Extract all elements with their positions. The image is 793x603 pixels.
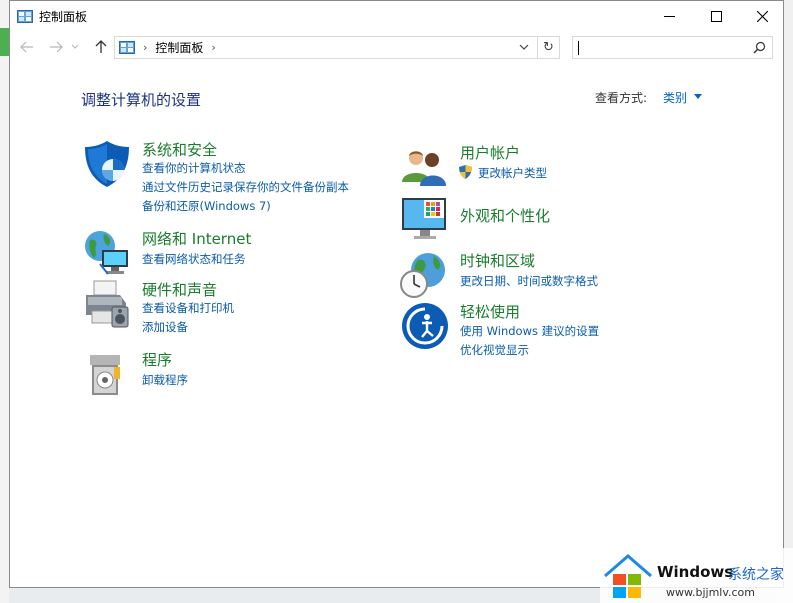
- category-title[interactable]: 程序: [142, 349, 172, 370]
- category-network-internet: 网络和 Internet 查看网络状态和任务: [82, 228, 402, 278]
- category-hardware-sound: 硬件和声音 查看设备和打印机 添加设备: [82, 279, 402, 339]
- link-file-history-backup[interactable]: 通过文件历史记录保存你的文件备份副本: [142, 179, 349, 195]
- background-green-strip: [0, 28, 9, 56]
- close-button[interactable]: [739, 1, 785, 31]
- clock-globe-icon[interactable]: [400, 250, 450, 300]
- link-recommended-settings[interactable]: 使用 Windows 建议的设置: [460, 323, 599, 339]
- link-change-date-time-format[interactable]: 更改日期、时间或数字格式: [460, 273, 598, 289]
- forward-button[interactable]: [48, 39, 64, 55]
- link-optimize-visual-display[interactable]: 优化视觉显示: [460, 342, 529, 358]
- link-uninstall-program[interactable]: 卸载程序: [142, 372, 188, 388]
- category-programs: 程序 卸载程序: [82, 349, 402, 399]
- watermark: Windows 系统之家 www.bjjmlv.com: [600, 548, 793, 603]
- watermark-brand-cn: 系统之家: [728, 567, 784, 583]
- maximize-icon: [710, 10, 722, 22]
- refresh-icon: ↻: [543, 40, 554, 55]
- search-icon[interactable]: [753, 41, 766, 54]
- chevron-down-icon[interactable]: [519, 41, 529, 53]
- category-title[interactable]: 外观和个性化: [460, 205, 550, 226]
- category-title[interactable]: 用户帐户: [460, 142, 520, 163]
- breadcrumb-separator-icon[interactable]: ›: [211, 41, 215, 54]
- title-bar[interactable]: 控制面板: [10, 1, 783, 32]
- close-icon: [756, 10, 768, 22]
- view-by-dropdown[interactable]: 类别: [663, 89, 687, 106]
- control-panel-content: 调整计算机的设置 查看方式: 类别 系统和安全 查看你的计算机状态 通过文件历史…: [10, 64, 783, 587]
- link-devices-printers[interactable]: 查看设备和打印机: [142, 300, 234, 316]
- address-bar[interactable]: › 控制面板 › ↻: [114, 36, 560, 59]
- window-title: 控制面板: [39, 10, 88, 24]
- watermark-url: www.bjjmlv.com: [666, 586, 755, 599]
- back-button[interactable]: [19, 39, 35, 55]
- category-title[interactable]: 时钟和区域: [460, 250, 535, 271]
- chevron-down-icon: [71, 44, 79, 49]
- category-title[interactable]: 轻松使用: [460, 301, 520, 322]
- control-panel-icon: [17, 10, 33, 23]
- refresh-button[interactable]: ↻: [537, 37, 559, 58]
- page-title: 调整计算机的设置: [81, 91, 202, 109]
- breadcrumb-separator-icon[interactable]: ›: [143, 41, 147, 54]
- view-by-dropdown-arrow-icon[interactable]: [694, 94, 702, 99]
- breadcrumb-control-panel[interactable]: 控制面板: [155, 39, 203, 56]
- link-network-status[interactable]: 查看网络状态和任务: [142, 251, 246, 267]
- search-input[interactable]: [572, 36, 773, 59]
- arrow-up-icon: [95, 40, 107, 53]
- link-change-account-type[interactable]: 更改帐户类型: [478, 165, 547, 181]
- ease-of-access-icon[interactable]: [400, 301, 450, 351]
- network-globe-icon[interactable]: [82, 228, 132, 278]
- printer-icon[interactable]: [82, 279, 132, 329]
- arrow-right-icon: [50, 41, 63, 53]
- uac-shield-icon: [459, 165, 472, 179]
- minimize-icon: [663, 15, 675, 17]
- programs-icon[interactable]: [82, 349, 132, 399]
- arrow-left-icon: [20, 41, 33, 53]
- control-panel-window: 控制面板 › 控制面板 › ↻ 调整计算机的设置 查看方式: 类别 系统和安全 …: [9, 0, 784, 588]
- view-by-label: 查看方式:: [595, 91, 648, 105]
- link-view-computer-status[interactable]: 查看你的计算机状态: [142, 160, 246, 176]
- category-system-security: 系统和安全 查看你的计算机状态 通过文件历史记录保存你的文件备份副本 备份和还原…: [82, 139, 402, 219]
- category-title[interactable]: 网络和 Internet: [142, 228, 251, 249]
- link-backup-restore[interactable]: 备份和还原(Windows 7): [142, 198, 271, 214]
- navigation-bar: › 控制面板 › ↻: [10, 32, 783, 64]
- users-icon[interactable]: [400, 142, 450, 192]
- maximize-button[interactable]: [693, 1, 739, 31]
- category-ease-of-access: 轻松使用 使用 Windows 建议的设置 优化视觉显示: [400, 301, 720, 361]
- minimize-button[interactable]: [646, 1, 692, 31]
- desktop-background: 控制面板 › 控制面板 › ↻ 调整计算机的设置 查看方式: 类别 系统和安全 …: [0, 0, 793, 603]
- up-button[interactable]: [93, 39, 109, 55]
- text-cursor: [578, 41, 579, 55]
- background-window-left: [0, 0, 9, 603]
- category-title[interactable]: 系统和安全: [142, 139, 217, 160]
- category-title[interactable]: 硬件和声音: [142, 279, 217, 300]
- shield-icon[interactable]: [82, 139, 132, 189]
- recent-locations-button[interactable]: [70, 39, 80, 55]
- windows-logo-icon: [604, 554, 652, 598]
- link-add-device[interactable]: 添加设备: [142, 319, 188, 335]
- display-color-icon[interactable]: [400, 194, 450, 244]
- control-panel-icon: [119, 41, 135, 54]
- category-appearance: 外观和个性化: [400, 194, 720, 244]
- category-user-accounts: 用户帐户 更改帐户类型: [400, 142, 720, 192]
- watermark-brand: Windows: [657, 563, 734, 581]
- category-clock-region: 时钟和区域 更改日期、时间或数字格式: [400, 250, 720, 300]
